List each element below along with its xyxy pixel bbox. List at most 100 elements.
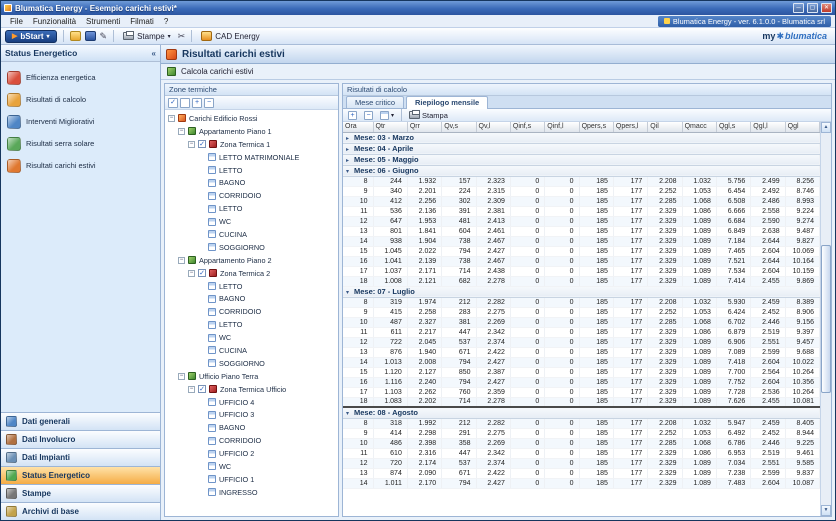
sidebar-item-risultati-serra-solare[interactable]: Risultati serra solare	[3, 133, 158, 154]
table-row[interactable]: 82441.9321572.323001851772.2081.0325.756…	[343, 176, 820, 186]
check-all-button[interactable]: ✓	[168, 98, 178, 108]
table-row[interactable]: 94152.2582832.275001851772.2521.0536.424…	[343, 307, 820, 317]
tree-item-ufficio-1[interactable]: UFFICIO 1	[165, 473, 338, 486]
tree-collapse-icon[interactable]: −	[188, 386, 195, 393]
group-expand-icon[interactable]: ▸	[346, 135, 354, 142]
table-row[interactable]: 181.0832.2027142.278001851772.3291.0897.…	[343, 397, 820, 407]
column-header-qinf-l[interactable]: Qinf,l	[545, 122, 579, 132]
tree-item-zona-termica-ufficio[interactable]: −✓Zona Termica Ufficio	[165, 383, 338, 396]
tree-item-letto[interactable]: LETTO	[165, 280, 338, 293]
column-header-qpers-s[interactable]: Qpers,s	[579, 122, 613, 132]
table-row[interactable]: 93402.2012242.315001851772.2521.0536.454…	[343, 186, 820, 196]
menu-item-[interactable]: ?	[159, 17, 173, 26]
checkbox-checked-icon[interactable]: ✓	[198, 140, 206, 148]
table-row[interactable]: 104122.2563022.309001851772.2851.0686.50…	[343, 196, 820, 206]
view-dropdown[interactable]: ▾	[378, 111, 396, 120]
column-header-qpers-l[interactable]: Qpers,l	[613, 122, 647, 132]
nav-item-archivi-di-base[interactable]: Archivi di base	[1, 502, 160, 520]
table-row[interactable]: 171.1032.2627602.359001851772.3291.0897.…	[343, 387, 820, 397]
expand-groups-button[interactable]: +	[346, 111, 359, 120]
table-row[interactable]: 116102.3164472.342001851772.3291.0866.95…	[343, 448, 820, 458]
tree-item-ufficio-3[interactable]: UFFICIO 3	[165, 408, 338, 421]
table-row[interactable]: 171.0372.1717142.438001851772.3291.0897.…	[343, 266, 820, 276]
tree-item-appartamento-piano-1[interactable]: −Appartamento Piano 1	[165, 125, 338, 138]
column-header-qrr[interactable]: Qrr	[407, 122, 441, 132]
tree-item-ufficio-2[interactable]: UFFICIO 2	[165, 447, 338, 460]
table-row[interactable]: 126471.9534812.413001851772.3291.0896.68…	[343, 216, 820, 226]
sidebar-item-interventi-migliorativi[interactable]: Interventi Migliorativi	[3, 111, 158, 132]
table-row[interactable]: 94142.2982912.275001851772.2521.0536.492…	[343, 428, 820, 438]
tree-item-corridoio[interactable]: CORRIDOIO	[165, 434, 338, 447]
tree-item-zona-termica-2[interactable]: −✓Zona Termica 2	[165, 267, 338, 280]
bstart-button[interactable]: ▶ bStart ▾	[5, 30, 57, 43]
menu-item-funzionalit[interactable]: Funzionalità	[28, 17, 81, 26]
column-header-ora[interactable]: Ora	[343, 122, 373, 132]
scroll-down-button[interactable]: ▼	[821, 505, 831, 516]
minimize-button[interactable]: ─	[793, 3, 804, 13]
tree-item-letto-matrimoniale[interactable]: LETTO MATRIMONIALE	[165, 151, 338, 164]
table-row[interactable]: 116112.2174472.342001851772.3291.0866.87…	[343, 327, 820, 337]
sidebar-item-risultati-di-calcolo[interactable]: Risultati di calcolo	[3, 89, 158, 110]
table-row[interactable]: 138742.0906712.422001851772.3291.0897.23…	[343, 468, 820, 478]
scroll-up-button[interactable]: ▲	[821, 122, 831, 133]
save-icon[interactable]	[85, 31, 96, 41]
table-row[interactable]: 151.0452.0227942.427001851772.3291.0897.…	[343, 246, 820, 256]
collapse-groups-button[interactable]: −	[362, 111, 375, 120]
collapse-all-button[interactable]: −	[204, 98, 214, 108]
tree-collapse-icon[interactable]: −	[178, 257, 185, 264]
month-group-mese-08-agosto[interactable]: ▾Mese: 08 - Agosto	[343, 407, 820, 418]
tree-item-soggiorno[interactable]: SOGGIORNO	[165, 357, 338, 370]
close-button[interactable]: ✕	[821, 3, 832, 13]
open-file-icon[interactable]	[70, 31, 81, 41]
table-row[interactable]: 141.0132.0087942.427001851772.3291.0897.…	[343, 357, 820, 367]
menu-item-filmati[interactable]: Filmati	[125, 17, 159, 26]
tree-item-ufficio-piano-terra[interactable]: −Ufficio Piano Terra	[165, 370, 338, 383]
scissors-icon[interactable]: ✂	[178, 31, 186, 41]
tree-item-corridoio[interactable]: CORRIDOIO	[165, 305, 338, 318]
table-row[interactable]: 83181.9922122.282001851772.2081.0325.947…	[343, 418, 820, 428]
table-row[interactable]: 127222.0455372.374001851772.3291.0896.90…	[343, 337, 820, 347]
tree-item-letto[interactable]: LETTO	[165, 202, 338, 215]
table-row[interactable]: 104872.3273812.269001851772.2851.0686.70…	[343, 317, 820, 327]
group-expand-icon[interactable]: ▾	[346, 410, 354, 417]
tree-item-bagno[interactable]: BAGNO	[165, 176, 338, 189]
cad-energy-button[interactable]: CAD Energy	[198, 30, 262, 42]
tree-item-wc[interactable]: WC	[165, 460, 338, 473]
nav-item-dati-impianti[interactable]: Dati Impianti	[1, 448, 160, 466]
tree-collapse-icon[interactable]: −	[188, 270, 195, 277]
tree-item-zona-termica-1[interactable]: −✓Zona Termica 1	[165, 138, 338, 151]
tree-item-carichi-edificio-rossi[interactable]: −Carichi Edificio Rossi	[165, 112, 338, 125]
tree-item-letto[interactable]: LETTO	[165, 318, 338, 331]
column-header-qgl-l[interactable]: Qgl,l	[751, 122, 785, 132]
tree-item-wc[interactable]: WC	[165, 331, 338, 344]
nav-item-dati-involucro[interactable]: Dati Involucro	[1, 430, 160, 448]
month-group-mese-04-aprile[interactable]: ▸Mese: 04 - Aprile	[343, 143, 820, 154]
month-group-mese-03-marzo[interactable]: ▸Mese: 03 - Marzo	[343, 132, 820, 143]
month-group-mese-07-luglio[interactable]: ▾Mese: 07 - Luglio	[343, 286, 820, 297]
table-row[interactable]: 83191.9742122.282001851772.2081.0325.930…	[343, 297, 820, 307]
tree-item-bagno[interactable]: BAGNO	[165, 421, 338, 434]
checkbox-checked-icon[interactable]: ✓	[198, 269, 206, 277]
nav-item-status-energetico[interactable]: Status Energetico	[1, 466, 160, 484]
stampe-button[interactable]: Stampe ▾	[120, 31, 174, 42]
column-header-qil[interactable]: Qil	[648, 122, 682, 132]
column-header-qmacc[interactable]: Qmacc	[682, 122, 716, 132]
calc-bar[interactable]: Calcola carichi estivi	[161, 64, 835, 80]
tree-item-ingresso[interactable]: INGRESSO	[165, 486, 338, 499]
tree-item-letto[interactable]: LETTO	[165, 164, 338, 177]
table-row[interactable]: 138011.8416042.461001851772.3291.0896.84…	[343, 226, 820, 236]
month-group-mese-06-giugno[interactable]: ▾Mese: 06 - Giugno	[343, 165, 820, 176]
maximize-button[interactable]: ▢	[807, 3, 818, 13]
column-header-qv-l[interactable]: Qv,l	[476, 122, 510, 132]
checkbox-checked-icon[interactable]: ✓	[198, 385, 206, 393]
uncheck-all-button[interactable]	[180, 98, 190, 108]
scrollbar-track[interactable]	[821, 133, 831, 505]
nav-item-stampe[interactable]: Stampe	[1, 484, 160, 502]
tree-item-wc[interactable]: WC	[165, 215, 338, 228]
tree-collapse-icon[interactable]: −	[168, 115, 175, 122]
tree-item-cucina[interactable]: CUCINA	[165, 344, 338, 357]
table-row[interactable]: 181.0082.1216822.278001851772.3291.0897.…	[343, 276, 820, 286]
table-row[interactable]: 141.0112.1707942.427001851772.3291.0897.…	[343, 478, 820, 488]
table-row[interactable]: 127202.1745372.374001851772.3291.0897.03…	[343, 458, 820, 468]
nav-item-dati-generali[interactable]: Dati generali	[1, 412, 160, 430]
